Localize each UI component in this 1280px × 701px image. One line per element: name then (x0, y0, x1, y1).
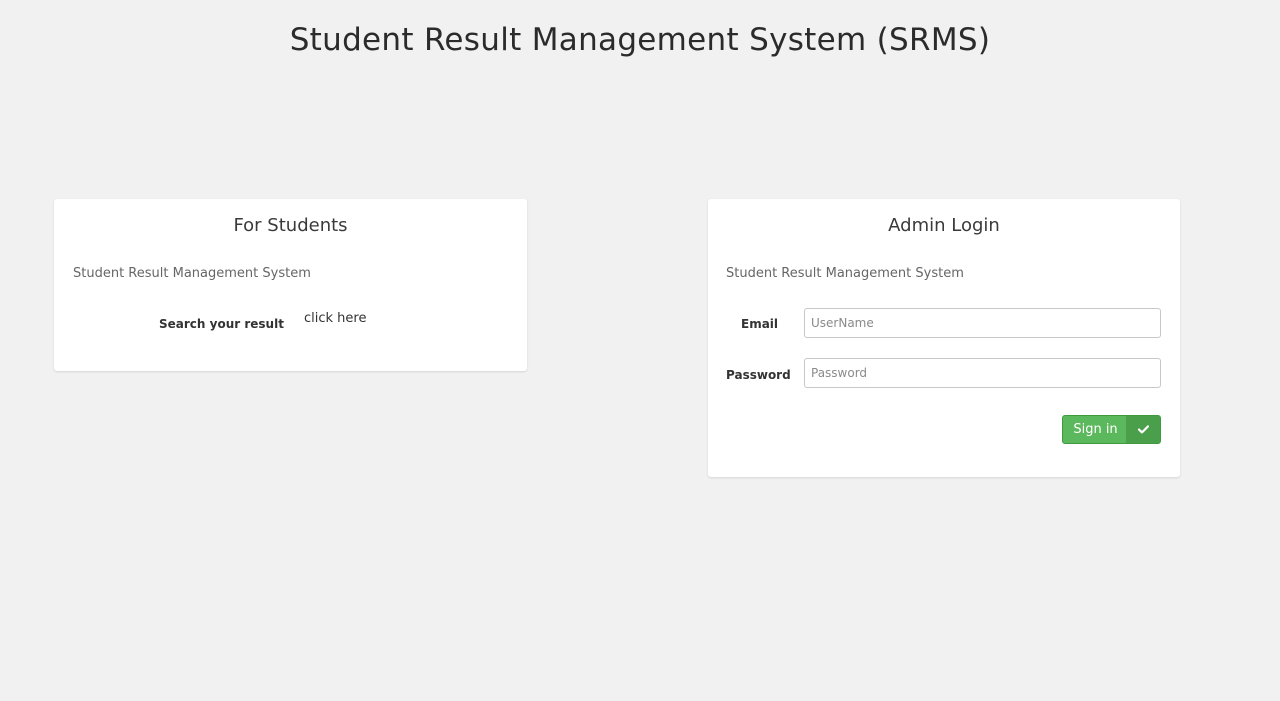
sign-in-label: Sign in (1073, 422, 1118, 437)
email-field[interactable] (804, 308, 1161, 338)
password-field[interactable] (804, 358, 1161, 388)
check-icon (1137, 425, 1149, 434)
page-title: Student Result Management System (SRMS) (289, 22, 991, 58)
admin-login-panel: Admin Login Student Result Management Sy… (708, 199, 1180, 477)
students-panel: For Students Student Result Management S… (54, 199, 527, 371)
password-label: Password (726, 368, 791, 382)
sign-in-button[interactable]: Sign in (1062, 415, 1161, 444)
search-result-link[interactable]: click here (304, 311, 366, 326)
admin-login-heading: Admin Login (888, 215, 1000, 236)
students-panel-subtitle: Student Result Management System (73, 266, 311, 281)
students-panel-heading: For Students (233, 215, 348, 236)
email-label: Email (741, 317, 779, 331)
admin-login-subtitle: Student Result Management System (726, 266, 964, 281)
search-result-label: Search your result (159, 317, 284, 331)
sign-in-icon-container (1126, 416, 1160, 443)
